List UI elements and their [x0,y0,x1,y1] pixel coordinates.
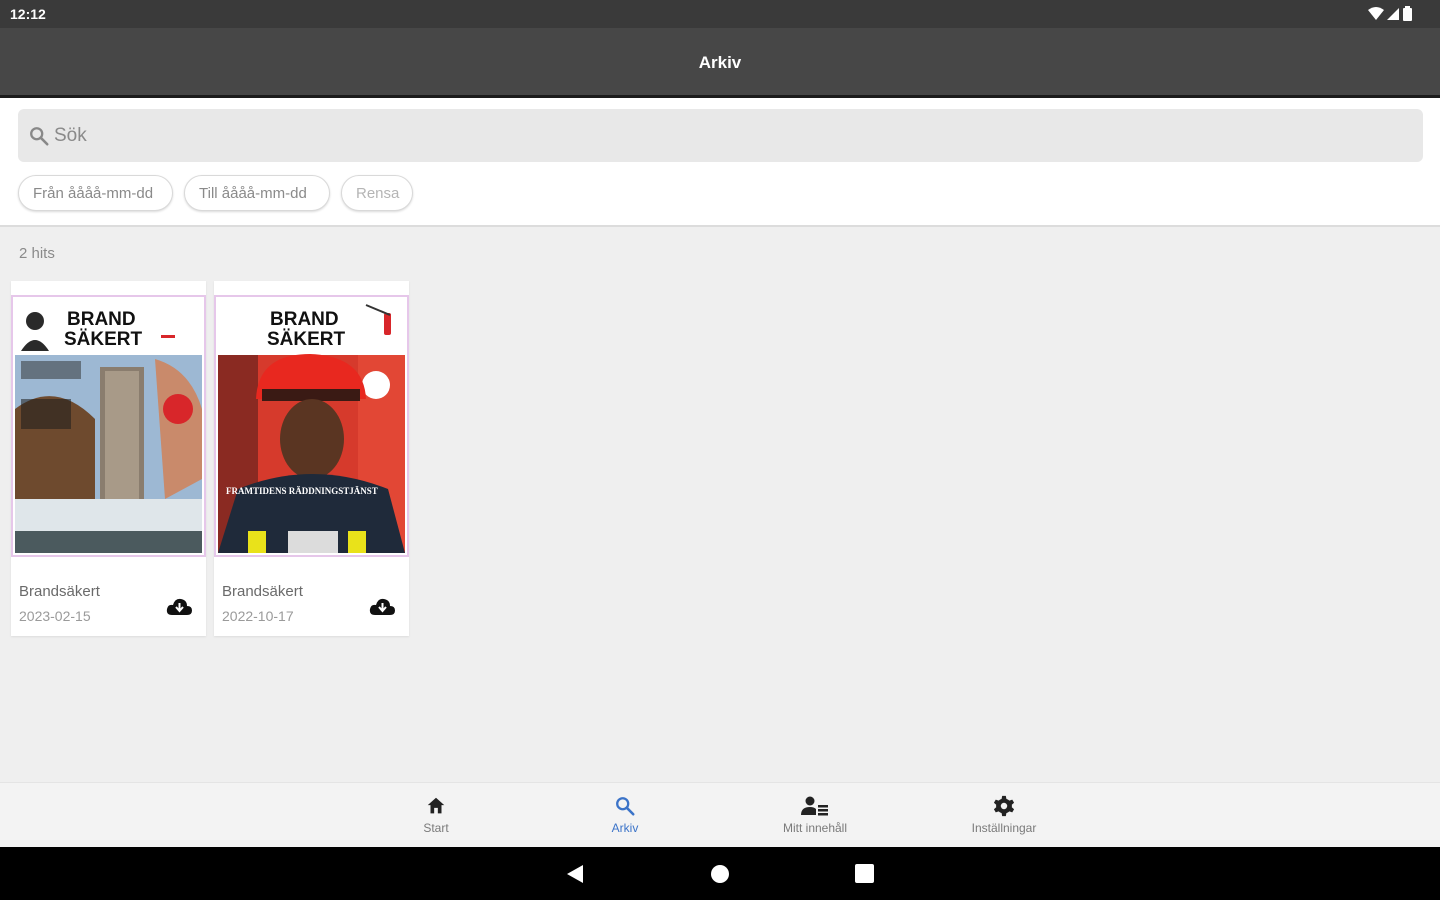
from-date-chip[interactable]: Från åååå-mm-dd [18,175,173,211]
nav-mitt-innehall[interactable]: Mitt innehåll [745,795,885,835]
cover-masthead-line-1: BRAND [270,309,339,330]
nav-mitt-innehall-label: Mitt innehåll [782,821,848,835]
issue-title: Brandsäkert [19,583,100,600]
cover-masthead-line-2: SÄKERT [267,329,346,350]
bottom-navigation: Start Arkiv Mitt innehåll Inställningar [0,782,1440,847]
back-icon[interactable] [566,864,584,884]
recents-icon[interactable] [855,864,874,883]
download-button[interactable] [369,597,396,622]
issue-date: 2022-10-17 [222,608,294,624]
search-icon [30,126,49,146]
cover-masthead-line-2: SÄKERT [64,329,143,350]
nav-start-label: Start [423,821,449,835]
home-icon [427,797,445,814]
from-date-label: Från åååå-mm-dd [33,184,154,202]
nav-arkiv-label: Arkiv [611,821,639,835]
issue-card[interactable]: BRAND SÄKERT Brandsäkert 2023-02-15 [11,281,206,636]
to-date-chip[interactable]: Till åååå-mm-dd [184,175,330,211]
search-input[interactable] [54,124,1354,147]
issue-cover[interactable]: BRAND SÄKERT [11,295,206,557]
status-time: 12:12 [10,6,46,22]
status-icons [1368,6,1412,21]
cloud-download-icon [369,598,395,615]
issue-cover[interactable]: FRAMTIDENS RÄDDNINGSTJÄNST BRAND SÄKERT [214,295,409,557]
gear-icon [993,795,1015,817]
nav-installningar-label: Inställningar [971,821,1037,835]
clear-button[interactable]: Rensa [341,175,413,211]
search-panel: Från åååå-mm-dd Till åååå-mm-dd Rensa [0,98,1440,227]
issue-title: Brandsäkert [222,583,303,600]
cover-masthead-line-1: BRAND [67,309,136,330]
page-title: Arkiv [698,53,742,72]
nav-installningar[interactable]: Inställningar [934,795,1074,835]
nav-start[interactable]: Start [366,795,506,835]
clear-label: Rensa [356,184,400,202]
home-button-icon[interactable] [710,864,730,884]
cover-headline: FRAMTIDENS RÄDDNINGSTJÄNST [226,486,378,496]
hit-count: 2 hits [19,245,55,262]
system-navigation-bar [0,847,1440,900]
battery-icon [1403,6,1412,21]
issue-card[interactable]: FRAMTIDENS RÄDDNINGSTJÄNST BRAND SÄKERT … [214,281,409,636]
status-bar: 12:12 [0,0,1440,28]
cover-image-2022-10-17: FRAMTIDENS RÄDDNINGSTJÄNST BRAND SÄKERT [218,299,405,553]
issue-date: 2023-02-15 [19,608,91,624]
signal-icon [1387,7,1399,20]
person-list-icon [801,796,828,816]
wifi-icon [1368,6,1384,20]
search-box[interactable] [18,109,1423,162]
download-button[interactable] [166,597,193,622]
to-date-label: Till åååå-mm-dd [199,184,307,202]
app-bar: Arkiv [0,28,1440,98]
nav-arkiv[interactable]: Arkiv [555,795,695,835]
date-filters: Från åååå-mm-dd Till åååå-mm-dd Rensa [18,175,413,211]
cover-image-2023-02-15: BRAND SÄKERT [15,299,202,553]
search-icon [616,797,635,816]
cloud-download-icon [166,598,192,615]
